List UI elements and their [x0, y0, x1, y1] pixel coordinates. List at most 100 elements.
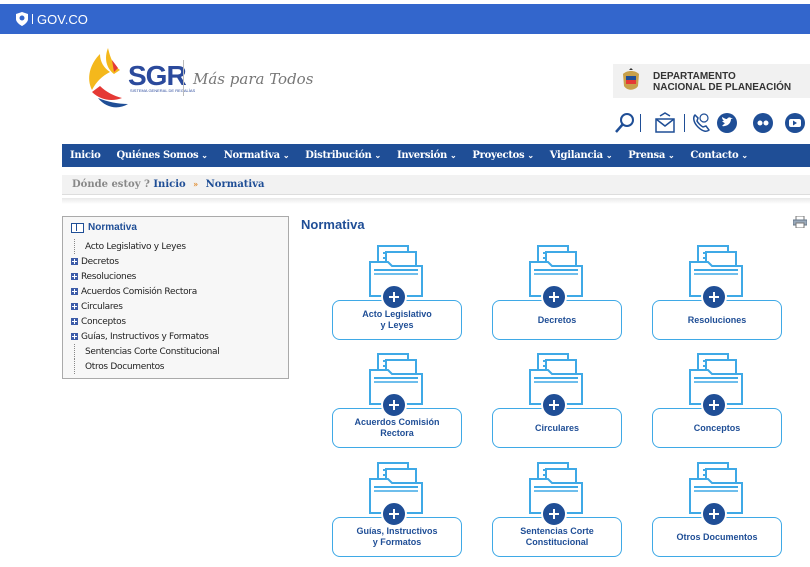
logo-divider	[183, 60, 184, 96]
tree-items: Acto Legislativo y Leyes Decretos Resoluci…	[71, 239, 280, 374]
tree-item[interactable]: Decretos	[71, 254, 280, 269]
tree-item-label: Acto Legislativo y Leyes	[85, 241, 186, 252]
gov-separator	[32, 14, 33, 24]
expand-plus-icon[interactable]	[71, 318, 78, 325]
sidebar-tree: Normativa Acto Legislativo y Leyes Decret…	[62, 216, 289, 379]
nav-item-label: Proyectos	[472, 150, 525, 161]
header-icons	[612, 112, 808, 134]
tree-item-label: Acuerdos Comisión Rectora	[81, 286, 197, 297]
tree-item-label: Conceptos	[81, 316, 126, 327]
category-card[interactable]: Resoluciones	[652, 244, 782, 350]
phone-icon[interactable]	[690, 112, 712, 134]
tree-item-label: Guías, Instructivos y Formatos	[81, 331, 209, 342]
shadow-divider	[62, 198, 810, 204]
nav-item-label: Distribución	[305, 150, 372, 161]
nav-item-normativa[interactable]: Normativa ⌄	[216, 150, 298, 161]
icon-divider	[684, 114, 685, 132]
dnp-text: DEPARTAMENTO NACIONAL DE PLANEACIÓN	[653, 71, 791, 93]
expand-plus-icon[interactable]	[71, 288, 78, 295]
category-card[interactable]: Acto Legislativo y Leyes	[332, 244, 462, 350]
nav-item-inversi-n[interactable]: Inversión ⌄	[389, 150, 464, 161]
plus-circle-icon	[381, 284, 407, 310]
plus-circle-icon	[541, 501, 567, 527]
tree-item-label: Circulares	[81, 301, 123, 312]
tree-root-label: Normativa	[88, 222, 137, 233]
chevron-down-icon: ⌄	[668, 150, 675, 160]
plus-circle-icon	[701, 501, 727, 527]
book-icon	[71, 222, 84, 233]
flickr-icon[interactable]	[752, 112, 774, 134]
nav-item-prensa[interactable]: Prensa ⌄	[620, 150, 682, 161]
tree-item[interactable]: Otros Documentos	[74, 359, 280, 374]
chevron-down-icon: ⌄	[374, 150, 382, 160]
sgr-logo-subtext: SISTEMA GENERAL DE REGALÍAS	[130, 88, 196, 93]
site-header: SGR SISTEMA GENERAL DE REGALÍAS Más para…	[0, 34, 810, 144]
search-icon[interactable]	[614, 112, 636, 134]
tree-root[interactable]: Normativa	[71, 222, 280, 233]
youtube-icon[interactable]	[784, 112, 806, 134]
nav-item-label: Inicio	[70, 150, 101, 161]
dnp-line1: DEPARTAMENTO	[653, 71, 736, 82]
category-card[interactable]: Conceptos	[652, 352, 782, 458]
print-icon[interactable]	[793, 216, 807, 228]
expand-plus-icon[interactable]	[71, 333, 78, 340]
tree-item[interactable]: Circulares	[71, 299, 280, 314]
breadcrumb-current: Normativa	[205, 179, 265, 190]
plus-circle-icon	[381, 392, 407, 418]
breadcrumb-home[interactable]: Inicio	[153, 179, 185, 190]
chevron-down-icon: ⌄	[605, 150, 613, 160]
page-title: Normativa	[301, 217, 365, 232]
nav-item-distribuci-n[interactable]: Distribución ⌄	[297, 150, 389, 161]
nav-item-label: Normativa	[223, 150, 280, 161]
tree-item-label: Otros Documentos	[85, 361, 165, 372]
nav-item-vigilancia[interactable]: Vigilancia ⌄	[542, 150, 621, 161]
nav-item-label: Inversión	[396, 150, 447, 161]
expand-plus-icon[interactable]	[71, 273, 78, 280]
expand-plus-icon[interactable]	[71, 303, 78, 310]
expand-plus-icon[interactable]	[71, 258, 78, 265]
tree-item[interactable]: Guías, Instructivos y Formatos	[71, 329, 280, 344]
gov-shield-icon	[16, 12, 28, 26]
mail-icon[interactable]	[654, 112, 676, 134]
tree-item-label: Resoluciones	[81, 271, 137, 282]
tree-item[interactable]: Acuerdos Comisión Rectora	[71, 284, 280, 299]
tagline: Más para Todos	[193, 70, 314, 88]
plus-circle-icon	[701, 284, 727, 310]
category-card[interactable]: Guías, Instructivos y Formatos	[332, 461, 462, 567]
chevron-down-icon: ⌄	[527, 150, 534, 160]
category-card[interactable]: Sentencias Corte Constitucional	[492, 461, 622, 567]
nav-item-proyectos[interactable]: Proyectos ⌄	[464, 150, 541, 161]
chevron-down-icon: ⌄	[201, 150, 208, 160]
gov-co-link[interactable]: GOV.CO	[0, 4, 128, 34]
gov-label: GOV.CO	[37, 11, 88, 27]
plus-circle-icon	[701, 392, 727, 418]
category-card[interactable]: Acuerdos Comisión Rectora	[332, 352, 462, 458]
tree-item[interactable]: Acto Legislativo y Leyes	[74, 239, 280, 254]
colombia-seal-icon	[623, 68, 639, 90]
nav-item-qui-nes-somos[interactable]: Quiénes Somos ⌄	[109, 150, 216, 161]
category-card[interactable]: Circulares	[492, 352, 622, 458]
nav-item-label: Vigilancia	[549, 150, 603, 161]
chevron-down-icon: ⌄	[282, 150, 290, 160]
tree-item-label: Decretos	[81, 256, 119, 267]
nav-item-contacto[interactable]: Contacto ⌄	[682, 150, 755, 161]
twitter-icon[interactable]	[716, 112, 738, 134]
chevron-down-icon: ⌄	[741, 150, 748, 160]
category-card[interactable]: Otros Documentos	[652, 461, 782, 567]
nav-item-label: Prensa	[628, 150, 665, 161]
gov-top-bar: GOV.CO	[0, 4, 810, 34]
breadcrumb-separator: »	[193, 179, 199, 189]
breadcrumb: Dónde estoy ? Inicio » Normativa	[62, 175, 810, 195]
nav-item-inicio[interactable]: Inicio	[62, 150, 109, 161]
tree-item[interactable]: Conceptos	[71, 314, 280, 329]
tree-item[interactable]: Sentencias Corte Constitucional	[74, 344, 280, 359]
chevron-down-icon: ⌄	[450, 150, 457, 160]
tree-item-label: Sentencias Corte Constitucional	[85, 346, 220, 357]
category-card[interactable]: Decretos	[492, 244, 622, 350]
nav-item-label: Contacto	[690, 150, 739, 161]
main-nav: Inicio Quiénes Somos ⌄ Normativa ⌄ Distribuci…	[62, 144, 810, 167]
plus-circle-icon	[381, 501, 407, 527]
tree-item[interactable]: Resoluciones	[71, 269, 280, 284]
dnp-logo[interactable]: DEPARTAMENTO NACIONAL DE PLANEACIÓN	[613, 64, 810, 98]
dnp-line2: NACIONAL DE PLANEACIÓN	[653, 82, 792, 93]
